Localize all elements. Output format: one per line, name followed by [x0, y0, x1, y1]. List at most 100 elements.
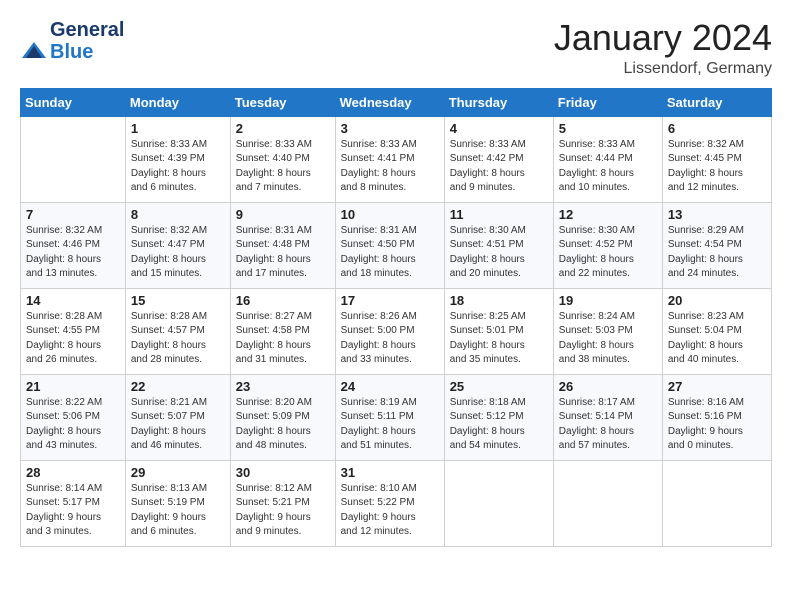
table-row: 30 Sunrise: 8:12 AMSunset: 5:21 PMDayligh… — [230, 460, 335, 546]
table-row: 22 Sunrise: 8:21 AMSunset: 5:07 PMDayligh… — [125, 374, 230, 460]
calendar-table: Sunday Monday Tuesday Wednesday Thursday… — [20, 88, 772, 547]
day-number: 1 — [131, 121, 225, 136]
table-row — [444, 460, 553, 546]
day-info: Sunrise: 8:30 AMSunset: 4:51 PMDaylight:… — [450, 224, 548, 282]
table-row: 31 Sunrise: 8:10 AMSunset: 5:22 PMDayligh… — [335, 460, 444, 546]
table-row: 4 Sunrise: 8:33 AMSunset: 4:42 PMDaylight… — [444, 116, 553, 202]
calendar-week-row: 1 Sunrise: 8:33 AMSunset: 4:39 PMDaylight… — [21, 116, 772, 202]
day-number: 4 — [450, 121, 548, 136]
table-row: 3 Sunrise: 8:33 AMSunset: 4:41 PMDaylight… — [335, 116, 444, 202]
day-number: 19 — [559, 293, 657, 308]
day-info: Sunrise: 8:19 AMSunset: 5:11 PMDaylight:… — [341, 396, 439, 454]
day-number: 13 — [668, 207, 766, 222]
day-info: Sunrise: 8:26 AMSunset: 5:00 PMDaylight:… — [341, 310, 439, 368]
day-info: Sunrise: 8:33 AMSunset: 4:40 PMDaylight:… — [236, 138, 330, 196]
table-row: 24 Sunrise: 8:19 AMSunset: 5:11 PMDayligh… — [335, 374, 444, 460]
day-number: 2 — [236, 121, 330, 136]
table-row: 17 Sunrise: 8:26 AMSunset: 5:00 PMDayligh… — [335, 288, 444, 374]
table-row — [553, 460, 662, 546]
day-info: Sunrise: 8:28 AMSunset: 4:57 PMDaylight:… — [131, 310, 225, 368]
table-row: 1 Sunrise: 8:33 AMSunset: 4:39 PMDaylight… — [125, 116, 230, 202]
day-number: 24 — [341, 379, 439, 394]
title-block: January 2024 Lissendorf, Germany — [554, 18, 772, 78]
day-info: Sunrise: 8:28 AMSunset: 4:55 PMDaylight:… — [26, 310, 120, 368]
header-friday: Friday — [553, 88, 662, 116]
day-info: Sunrise: 8:22 AMSunset: 5:06 PMDaylight:… — [26, 396, 120, 454]
day-number: 16 — [236, 293, 330, 308]
table-row: 14 Sunrise: 8:28 AMSunset: 4:55 PMDayligh… — [21, 288, 126, 374]
calendar-week-row: 14 Sunrise: 8:28 AMSunset: 4:55 PMDayligh… — [21, 288, 772, 374]
day-number: 21 — [26, 379, 120, 394]
logo-blue-text: Blue — [50, 41, 93, 63]
day-info: Sunrise: 8:23 AMSunset: 5:04 PMDaylight:… — [668, 310, 766, 368]
day-number: 8 — [131, 207, 225, 222]
header-saturday: Saturday — [662, 88, 771, 116]
logo: General Blue — [20, 18, 124, 62]
logo-icon — [20, 40, 48, 62]
day-number: 10 — [341, 207, 439, 222]
day-info: Sunrise: 8:21 AMSunset: 5:07 PMDaylight:… — [131, 396, 225, 454]
day-info: Sunrise: 8:17 AMSunset: 5:14 PMDaylight:… — [559, 396, 657, 454]
day-info: Sunrise: 8:33 AMSunset: 4:42 PMDaylight:… — [450, 138, 548, 196]
table-row: 20 Sunrise: 8:23 AMSunset: 5:04 PMDayligh… — [662, 288, 771, 374]
logo-general-text: General — [50, 19, 124, 41]
table-row: 28Sunrise: 8:14 AMSunset: 5:17 PMDayligh… — [21, 460, 126, 546]
day-info: Sunrise: 8:32 AMSunset: 4:47 PMDaylight:… — [131, 224, 225, 282]
day-info: Sunrise: 8:14 AMSunset: 5:17 PMDaylight:… — [26, 482, 120, 540]
day-info: Sunrise: 8:16 AMSunset: 5:16 PMDaylight:… — [668, 396, 766, 454]
day-info: Sunrise: 8:25 AMSunset: 5:01 PMDaylight:… — [450, 310, 548, 368]
day-number: 22 — [131, 379, 225, 394]
day-number: 17 — [341, 293, 439, 308]
day-info: Sunrise: 8:32 AMSunset: 4:45 PMDaylight:… — [668, 138, 766, 196]
day-number: 14 — [26, 293, 120, 308]
day-number: 18 — [450, 293, 548, 308]
day-number: 20 — [668, 293, 766, 308]
day-number: 11 — [450, 207, 548, 222]
table-row: 26 Sunrise: 8:17 AMSunset: 5:14 PMDayligh… — [553, 374, 662, 460]
day-number: 5 — [559, 121, 657, 136]
day-number: 31 — [341, 465, 439, 480]
day-number: 30 — [236, 465, 330, 480]
day-info: Sunrise: 8:33 AMSunset: 4:39 PMDaylight:… — [131, 138, 225, 196]
calendar-page: General Blue January 2024 Lissendorf, Ge… — [0, 0, 792, 612]
table-row: 9Sunrise: 8:31 AMSunset: 4:48 PMDaylight… — [230, 202, 335, 288]
calendar-week-row: 7Sunrise: 8:32 AMSunset: 4:46 PMDaylight… — [21, 202, 772, 288]
table-row: 6Sunrise: 8:32 AMSunset: 4:45 PMDaylight… — [662, 116, 771, 202]
day-info: Sunrise: 8:10 AMSunset: 5:22 PMDaylight:… — [341, 482, 439, 540]
month-year: January 2024 — [554, 18, 772, 58]
table-row: 12 Sunrise: 8:30 AMSunset: 4:52 PMDayligh… — [553, 202, 662, 288]
header: General Blue January 2024 Lissendorf, Ge… — [20, 18, 772, 78]
table-row: 5Sunrise: 8:33 AMSunset: 4:44 PMDaylight… — [553, 116, 662, 202]
day-number: 12 — [559, 207, 657, 222]
day-info: Sunrise: 8:13 AMSunset: 5:19 PMDaylight:… — [131, 482, 225, 540]
day-number: 9 — [236, 207, 330, 222]
table-row: 23Sunrise: 8:20 AMSunset: 5:09 PMDayligh… — [230, 374, 335, 460]
header-monday: Monday — [125, 88, 230, 116]
table-row: 16Sunrise: 8:27 AMSunset: 4:58 PMDayligh… — [230, 288, 335, 374]
calendar-week-row: 21 Sunrise: 8:22 AMSunset: 5:06 PMDayligh… — [21, 374, 772, 460]
table-row: 19Sunrise: 8:24 AMSunset: 5:03 PMDayligh… — [553, 288, 662, 374]
day-info: Sunrise: 8:33 AMSunset: 4:41 PMDaylight:… — [341, 138, 439, 196]
table-row: 13 Sunrise: 8:29 AMSunset: 4:54 PMDayligh… — [662, 202, 771, 288]
location: Lissendorf, Germany — [554, 60, 772, 78]
day-number: 26 — [559, 379, 657, 394]
day-number: 29 — [131, 465, 225, 480]
table-row: 7Sunrise: 8:32 AMSunset: 4:46 PMDaylight… — [21, 202, 126, 288]
day-number: 7 — [26, 207, 120, 222]
day-number: 15 — [131, 293, 225, 308]
day-number: 3 — [341, 121, 439, 136]
table-row: 11 Sunrise: 8:30 AMSunset: 4:51 PMDayligh… — [444, 202, 553, 288]
table-row: 27Sunrise: 8:16 AMSunset: 5:16 PMDayligh… — [662, 374, 771, 460]
day-info: Sunrise: 8:12 AMSunset: 5:21 PMDaylight:… — [236, 482, 330, 540]
table-row: 25 Sunrise: 8:18 AMSunset: 5:12 PMDayligh… — [444, 374, 553, 460]
day-info: Sunrise: 8:31 AMSunset: 4:50 PMDaylight:… — [341, 224, 439, 282]
table-row — [21, 116, 126, 202]
header-tuesday: Tuesday — [230, 88, 335, 116]
day-info: Sunrise: 8:29 AMSunset: 4:54 PMDaylight:… — [668, 224, 766, 282]
day-info: Sunrise: 8:20 AMSunset: 5:09 PMDaylight:… — [236, 396, 330, 454]
day-number: 25 — [450, 379, 548, 394]
day-info: Sunrise: 8:30 AMSunset: 4:52 PMDaylight:… — [559, 224, 657, 282]
day-info: Sunrise: 8:18 AMSunset: 5:12 PMDaylight:… — [450, 396, 548, 454]
table-row: 2 Sunrise: 8:33 AMSunset: 4:40 PMDaylight… — [230, 116, 335, 202]
table-row — [662, 460, 771, 546]
